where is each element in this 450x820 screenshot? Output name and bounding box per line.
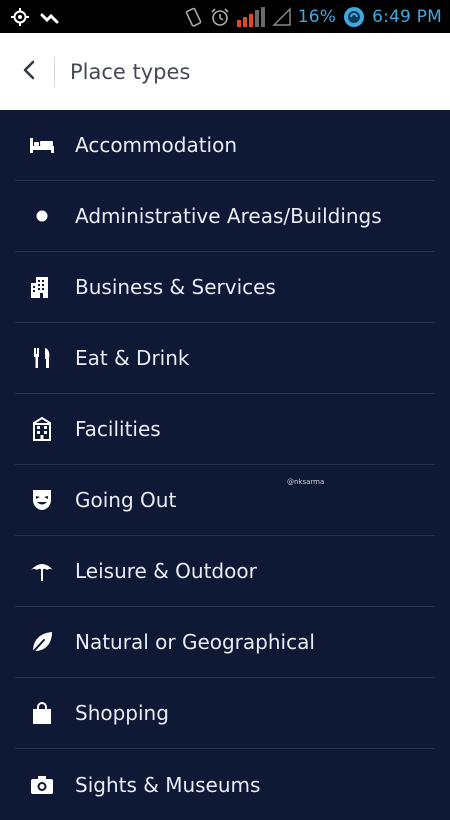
watermark: @nksarma: [287, 478, 325, 486]
list-item-label: Facilities: [75, 417, 161, 441]
list-item-sights-museums[interactable]: Sights & Museums: [15, 749, 435, 820]
cell-signal-icon: [236, 6, 266, 28]
list-item-facilities[interactable]: Facilities: [15, 394, 435, 465]
list-item-label: Accommodation: [75, 133, 238, 157]
alarm-icon: [210, 7, 230, 27]
vibrate-icon: [184, 6, 204, 28]
list-item-eat-drink[interactable]: Eat & Drink: [15, 323, 435, 394]
signal-wave-icon: [40, 9, 60, 25]
facility-building-icon: [28, 415, 56, 443]
list-item-business-services[interactable]: Business & Services: [15, 252, 435, 323]
location-icon: [10, 7, 30, 27]
page-title: Place types: [70, 59, 191, 84]
app-bar: Place types: [0, 33, 450, 110]
list-item-label: Administrative Areas/Buildings: [75, 204, 382, 228]
list-item-label: Business & Services: [75, 275, 276, 299]
camera-icon: [28, 771, 56, 799]
building-icon: [28, 273, 56, 301]
chevron-left-icon: [21, 59, 37, 85]
list-item-label: Sights & Museums: [75, 772, 261, 797]
battery-percent: 16%: [297, 7, 337, 27]
list-item-natural-geographical[interactable]: Natural or Geographical: [15, 607, 435, 678]
leaf-icon: [28, 628, 56, 656]
mask-icon: [28, 486, 56, 514]
list-item-label: Leisure & Outdoor: [75, 559, 257, 583]
no-signal-icon: [271, 7, 292, 27]
list-item-label: Natural or Geographical: [75, 630, 315, 654]
bed-icon: [28, 131, 56, 159]
list-item-label: Going Out: [75, 488, 177, 512]
status-bar: 16% 6:49 PM: [0, 0, 450, 33]
list-item-going-out[interactable]: Going Out: [15, 465, 435, 536]
list-item-accommodation[interactable]: Accommodation: [15, 110, 435, 181]
place-types-list: Accommodation Administrative Areas/Build…: [0, 110, 450, 800]
list-item-leisure-outdoor[interactable]: Leisure & Outdoor: [15, 536, 435, 607]
list-item-administrative-areas[interactable]: Administrative Areas/Buildings: [15, 181, 435, 252]
dot-icon: [28, 202, 56, 230]
umbrella-icon: [28, 557, 56, 585]
list-item-shopping[interactable]: Shopping: [15, 678, 435, 749]
list-item-label: Shopping: [75, 701, 169, 725]
fork-knife-icon: [28, 344, 56, 372]
appbar-divider: [54, 56, 55, 87]
back-button[interactable]: [4, 33, 54, 110]
status-time: 6:49 PM: [372, 7, 442, 27]
list-item-label: Eat & Drink: [75, 346, 190, 370]
battery-icon: [342, 5, 366, 29]
shopping-bag-icon: [28, 699, 56, 727]
